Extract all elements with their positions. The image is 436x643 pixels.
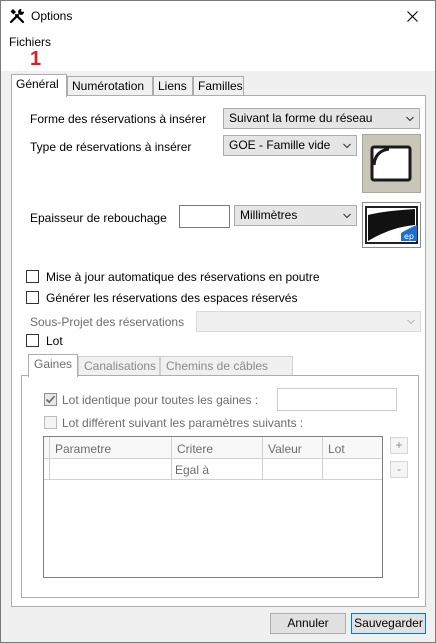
chevron-down-icon (343, 213, 351, 219)
column-header-parametre[interactable]: Parametre (50, 437, 172, 459)
menu-bar: Fichiers 1 (1, 31, 435, 71)
close-button[interactable] (389, 1, 435, 31)
generer-label: Générer les réservations des espaces rés… (46, 291, 298, 305)
maj-checkbox[interactable] (26, 270, 39, 283)
chevron-down-icon (406, 116, 414, 122)
add-row-button[interactable]: + (390, 437, 408, 454)
remove-row-button[interactable]: - (390, 461, 408, 478)
lot-identique-checkbox[interactable] (44, 393, 57, 406)
type-combo-value: GOE - Famille vide (229, 138, 331, 152)
rebouchage-preview: ep (362, 202, 421, 248)
cancel-button[interactable]: Annuler (270, 613, 346, 634)
cell-lot[interactable] (323, 459, 382, 480)
epaisseur-label: Epaisseur de rebouchage (30, 211, 167, 225)
tab-familles[interactable]: Familles (193, 76, 244, 96)
svg-text:ep: ep (404, 232, 414, 241)
lot-identique-label: Lot identique pour toutes les gaines : (62, 393, 259, 407)
window-title: Options (31, 9, 73, 23)
subtab-canalisations[interactable]: Canalisations (78, 356, 160, 376)
step-annotation: 1 (30, 48, 42, 70)
rebouchage-shape-icon: ep (365, 206, 418, 244)
cell-critere[interactable]: Egal à (172, 459, 263, 480)
lot-identique-input[interactable] (277, 388, 397, 411)
epaisseur-input[interactable] (179, 205, 230, 228)
grid-header: Parametre Critere Valeur Lot (44, 437, 382, 459)
subtab-chemins-de-cables[interactable]: Chemins de câbles (160, 356, 293, 376)
options-dialog: Options Fichiers 1 Général Numérotation … (0, 0, 436, 643)
checkmark-icon (45, 395, 56, 404)
sousprojet-combo[interactable] (196, 311, 421, 332)
column-header-lot[interactable]: Lot (323, 437, 382, 459)
tab-numerotation[interactable]: Numérotation (67, 76, 153, 96)
column-header-critere[interactable]: Critere (172, 437, 263, 459)
maj-label: Mise à jour automatique des réservations… (46, 270, 320, 284)
column-header-valeur[interactable]: Valeur (263, 437, 323, 459)
type-label: Type de réservations à insérer (30, 140, 192, 154)
unit-combo[interactable]: Millimètres (234, 205, 357, 226)
unit-combo-value: Millimètres (240, 208, 298, 222)
chevron-down-icon (343, 143, 351, 149)
lot-different-label: Lot différent suivant les paramètres sui… (62, 416, 304, 430)
cell-valeur[interactable] (263, 459, 323, 480)
chevron-down-icon (407, 319, 415, 325)
lot-label: Lot (46, 334, 63, 348)
lot-different-checkbox[interactable] (44, 416, 57, 429)
close-icon (406, 10, 418, 22)
tab-general[interactable]: Général (11, 74, 67, 97)
type-combo[interactable]: GOE - Famille vide (223, 135, 357, 156)
parameters-grid: Parametre Critere Valeur Lot Egal à (43, 436, 383, 578)
lot-checkbox[interactable] (26, 334, 39, 347)
tab-liens[interactable]: Liens (153, 76, 193, 96)
title-bar: Options (1, 1, 435, 31)
rectangle-shape-icon (370, 145, 412, 182)
forme-combo-value: Suivant la forme du réseau (229, 111, 373, 125)
forme-label: Forme des réservations à insérer (30, 112, 207, 126)
cell-parametre[interactable] (50, 459, 172, 480)
save-button[interactable]: Sauvegarder (351, 613, 426, 634)
menu-item-fichiers[interactable]: Fichiers (9, 35, 51, 49)
forme-combo[interactable]: Suivant la forme du réseau (223, 108, 420, 129)
subtab-gaines[interactable]: Gaines (28, 354, 78, 377)
table-row[interactable]: Egal à (44, 459, 382, 480)
sousprojet-label: Sous-Projet des réservations (30, 315, 185, 329)
reservation-shape-preview (362, 134, 421, 193)
tools-icon (9, 8, 25, 24)
generer-checkbox[interactable] (26, 291, 39, 304)
